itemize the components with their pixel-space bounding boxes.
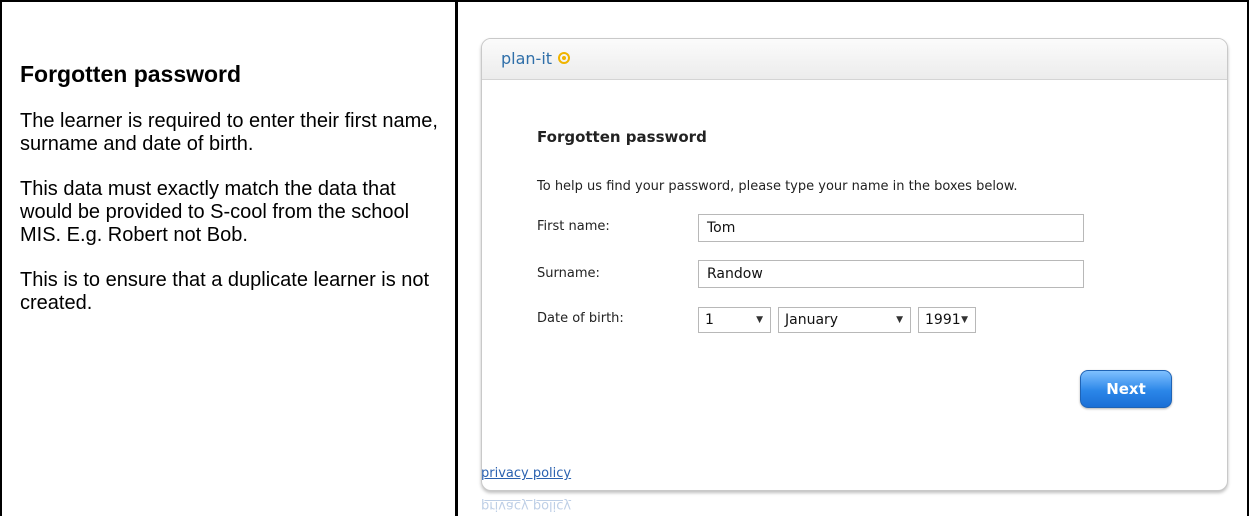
dob-month-value: January [785, 312, 839, 328]
logo-target-icon [558, 52, 570, 64]
privacy-policy-reflection: privacy policy [481, 498, 572, 513]
description-paragraph: This data must exactly match the data th… [20, 178, 410, 246]
dropdown-arrow-icon: ▼ [756, 315, 763, 325]
surname-input[interactable]: Randow [698, 260, 1084, 288]
app-logo: plan-it [501, 49, 553, 68]
first-name-input[interactable]: Tom [698, 214, 1084, 242]
dob-label: Date of birth: [537, 311, 624, 326]
window-reflection: privacy policy [481, 495, 1228, 516]
app-window: plan-it Forgotten password To help us fi… [481, 38, 1228, 491]
dob-day-select[interactable]: 1 ▼ [698, 307, 771, 333]
first-name-label: First name: [537, 219, 610, 234]
first-name-value: Tom [707, 220, 736, 236]
app-header: plan-it [482, 39, 1227, 80]
dropdown-arrow-icon: ▼ [961, 315, 968, 325]
description-paragraph: The learner is required to enter their f… [20, 110, 438, 155]
surname-label: Surname: [537, 266, 600, 281]
description-panel: Forgotten password The learner is requir… [20, 60, 440, 338]
description-paragraph: This is to ensure that a duplicate learn… [20, 269, 430, 314]
column-divider [455, 0, 458, 516]
dropdown-arrow-icon: ▼ [896, 315, 903, 325]
dob-year-select[interactable]: 1991 ▼ [918, 307, 976, 333]
dob-day-value: 1 [705, 312, 714, 328]
privacy-policy-link[interactable]: privacy policy [481, 466, 571, 481]
form-title: Forgotten password [537, 128, 707, 146]
dob-month-select[interactable]: January ▼ [778, 307, 911, 333]
description-title: Forgotten password [20, 61, 242, 87]
next-button[interactable]: Next [1080, 370, 1172, 408]
form-instructions: To help us find your password, please ty… [537, 179, 1018, 194]
dob-year-value: 1991 [925, 312, 961, 328]
surname-value: Randow [707, 266, 763, 282]
